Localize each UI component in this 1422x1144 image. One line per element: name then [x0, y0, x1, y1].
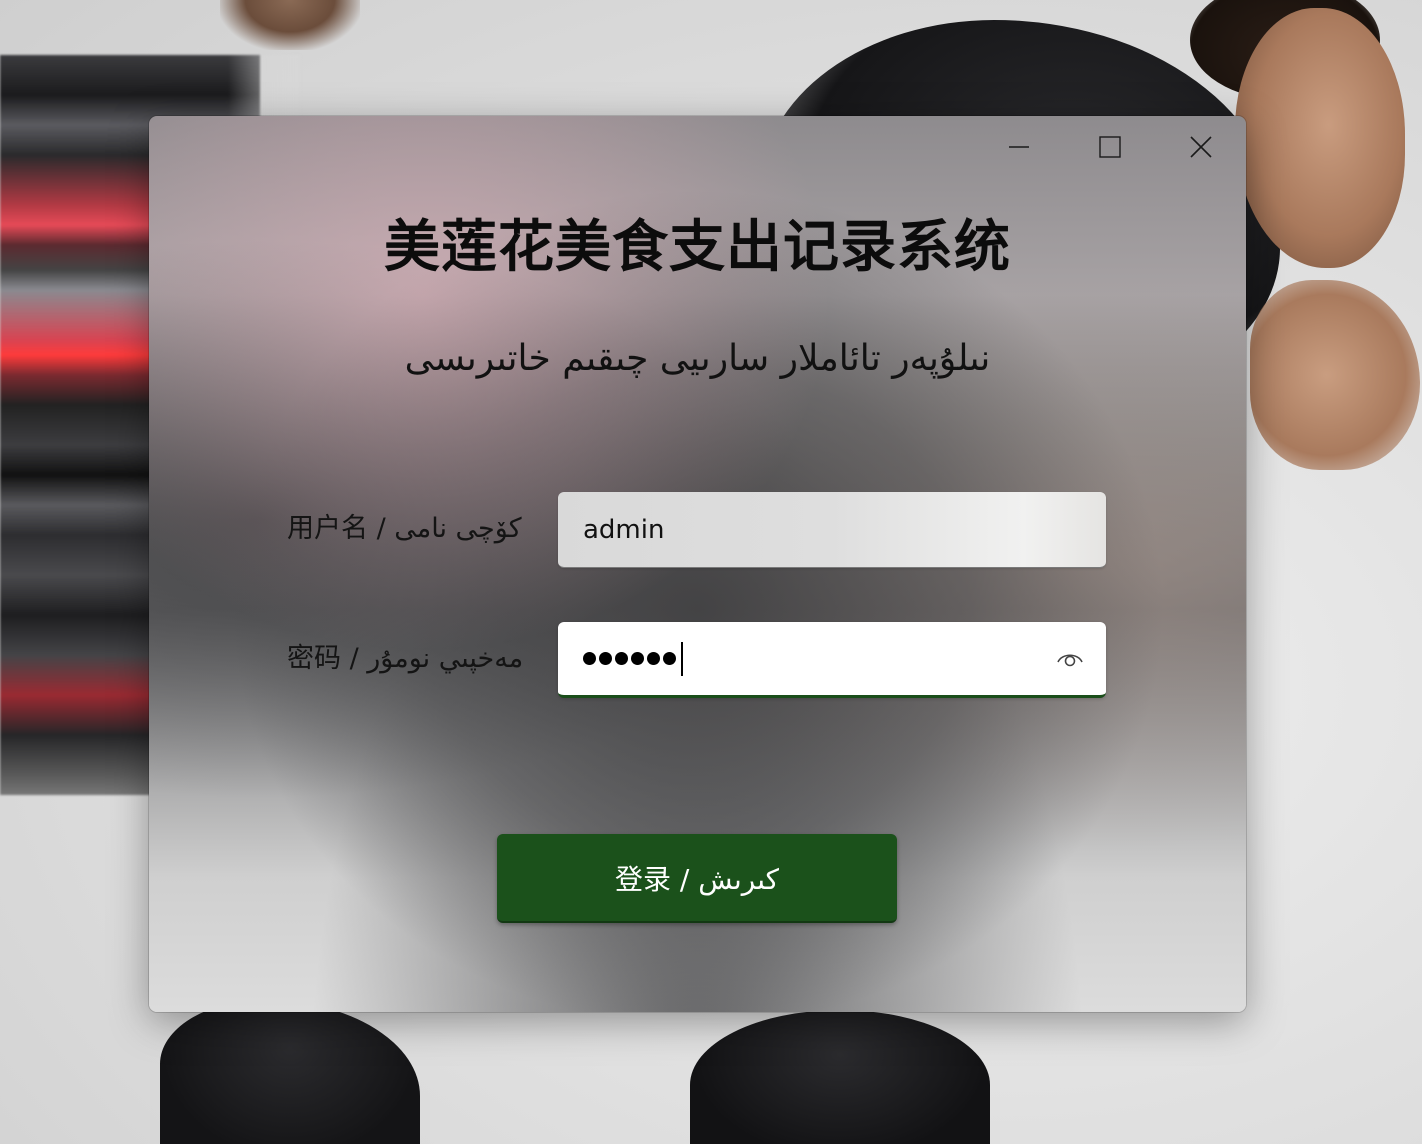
- password-mask-dot: [599, 652, 612, 665]
- maximize-button[interactable]: [1064, 116, 1155, 178]
- background-player-leg: [160, 1000, 420, 1144]
- password-mask-dot: [663, 652, 676, 665]
- app-title: 美莲花美食支出记录系统: [384, 215, 1011, 280]
- minimize-button[interactable]: [973, 116, 1064, 178]
- password-mask-dot: [583, 652, 596, 665]
- password-mask-dot: [647, 652, 660, 665]
- password-mask-dot: [631, 652, 644, 665]
- username-field[interactable]: [558, 492, 1106, 568]
- background-arm: [220, 0, 360, 50]
- minimize-icon: [1008, 146, 1029, 148]
- text-caret: [681, 641, 683, 676]
- close-button[interactable]: [1155, 116, 1246, 178]
- background-player-leg: [690, 1010, 990, 1144]
- window-controls: [973, 116, 1246, 178]
- maximize-icon: [1098, 136, 1121, 158]
- app-subtitle: نىلۇپەر تائاملار سارىيى چىقىم خاتىرىسى: [404, 338, 991, 379]
- password-label: 密码 / مەخپىي نومۇر: [287, 643, 524, 674]
- password-mask-dot: [615, 652, 628, 665]
- login-window: 美莲花美食支出记录系统 نىلۇپەر تائاملار سارىيى چىقى…: [149, 116, 1246, 1012]
- username-label: 用户名 / كۆچى نامى: [287, 513, 522, 544]
- password-field[interactable]: [558, 622, 1106, 698]
- login-button[interactable]: 登录 / كىرىش: [497, 834, 897, 923]
- background-player-hand: [1250, 280, 1420, 470]
- password-input[interactable]: [558, 629, 683, 689]
- username-input[interactable]: [558, 499, 1023, 560]
- desktop-background: 美莲花美食支出记录系统 نىلۇپەر تائاملار سارىيى چىقى…: [0, 0, 1422, 1144]
- eye-icon[interactable]: [1056, 648, 1084, 670]
- close-icon: [1189, 136, 1212, 158]
